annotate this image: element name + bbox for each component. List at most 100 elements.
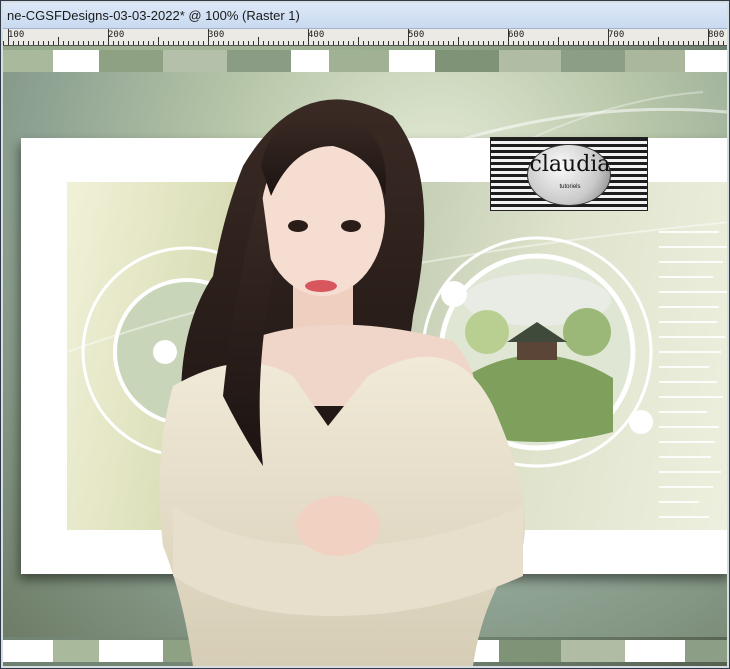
ruler-tick <box>33 41 34 45</box>
ruler-tick <box>563 41 564 45</box>
decorative-text-line <box>659 291 727 293</box>
decorative-text-column <box>659 231 727 571</box>
ruler-tick <box>328 41 329 45</box>
ruler-tick <box>173 41 174 45</box>
ruler-tick <box>323 41 324 45</box>
ruler-tick <box>553 41 554 45</box>
window-title: ne-CGSFDesigns-03-03-2022* @ 100% (Raste… <box>7 8 300 23</box>
ruler-label: 800 <box>708 30 725 40</box>
ruler-tick <box>543 41 544 45</box>
ruler-tick <box>263 41 264 45</box>
ruler-tick <box>363 41 364 45</box>
image-window: ne-CGSFDesigns-03-03-2022* @ 100% (Raste… <box>0 0 730 669</box>
ruler-tick <box>188 41 189 45</box>
ruler-tick <box>248 41 249 45</box>
ruler-tick <box>493 41 494 45</box>
decorative-text-line <box>659 396 723 398</box>
ruler-tick <box>583 41 584 45</box>
ruler-tick <box>203 41 204 45</box>
ruler-tick <box>223 41 224 45</box>
ruler-tick <box>3 41 4 45</box>
ruler-tick <box>578 41 579 45</box>
ruler-tick <box>663 41 664 45</box>
ruler-tick <box>588 41 589 45</box>
ruler-tick <box>343 41 344 45</box>
decorative-text-line <box>659 351 721 353</box>
ruler-label: 500 <box>408 30 425 40</box>
ruler-tick <box>178 41 179 45</box>
ruler-tick <box>13 41 14 45</box>
ruler-tick <box>648 41 649 45</box>
ruler-tick <box>413 41 414 45</box>
ruler-tick <box>478 41 479 45</box>
ruler-tick <box>43 41 44 45</box>
ruler-tick <box>673 41 674 45</box>
ruler-tick <box>693 41 694 45</box>
decorative-text-line <box>659 276 713 278</box>
ruler-tick <box>698 41 699 45</box>
ruler-tick <box>338 41 339 45</box>
ruler-tick <box>218 41 219 45</box>
ruler-tick <box>53 41 54 45</box>
decorative-text-line <box>659 246 727 248</box>
ruler-tick <box>523 41 524 45</box>
ruler-tick <box>163 41 164 45</box>
ruler-tick <box>253 41 254 45</box>
ruler-tick <box>103 41 104 45</box>
ruler-tick <box>228 41 229 45</box>
ruler-tick <box>598 41 599 45</box>
decorative-text-line <box>659 336 725 338</box>
ruler-tick <box>243 41 244 45</box>
ruler-tick <box>193 41 194 45</box>
ruler-tick <box>183 41 184 45</box>
ruler-tick <box>383 41 384 45</box>
ruler-tick <box>498 41 499 45</box>
ruler-tick <box>373 41 374 45</box>
window-titlebar[interactable]: ne-CGSFDesigns-03-03-2022* @ 100% (Raste… <box>3 3 727 29</box>
ruler-tick <box>88 41 89 45</box>
woman-figure <box>159 99 525 666</box>
ruler-tick <box>273 41 274 45</box>
ruler-tick <box>643 41 644 45</box>
ruler-tick <box>153 41 154 45</box>
ruler-tick <box>633 41 634 45</box>
ruler-tick <box>98 41 99 45</box>
ruler-tick <box>213 41 214 45</box>
ruler-tick <box>573 41 574 45</box>
ruler-tick <box>488 41 489 45</box>
image-canvas[interactable]: claudia tutoriels <box>3 46 727 666</box>
ruler-tick <box>538 41 539 45</box>
ruler-tick <box>628 41 629 45</box>
ruler-tick <box>558 37 559 45</box>
ruler-tick <box>378 41 379 45</box>
ruler-tick <box>448 41 449 45</box>
horizontal-ruler[interactable]: 100 200 300 400 500 600 700 800 <box>3 29 727 46</box>
ruler-tick <box>358 37 359 45</box>
decorative-text-line <box>659 426 719 428</box>
decorative-text-line <box>659 501 699 503</box>
ruler-tick <box>393 41 394 45</box>
ruler-tick <box>168 41 169 45</box>
ruler-tick <box>23 41 24 45</box>
decorative-text-line <box>659 306 719 308</box>
decorative-text-line <box>659 366 709 368</box>
decorative-text-line <box>659 411 707 413</box>
ruler-tick <box>483 41 484 45</box>
ruler-tick <box>298 41 299 45</box>
ruler-tick <box>653 41 654 45</box>
decorative-text-line <box>659 231 719 233</box>
ruler-tick <box>138 41 139 45</box>
ruler-tick <box>468 41 469 45</box>
decorative-text-line <box>659 441 715 443</box>
decorative-text-line <box>659 486 713 488</box>
ruler-tick <box>18 41 19 45</box>
ruler-tick <box>123 41 124 45</box>
ruler-tick <box>73 41 74 45</box>
ruler-tick <box>68 41 69 45</box>
ruler-tick <box>288 41 289 45</box>
ruler-tick <box>518 41 519 45</box>
ruler-tick <box>723 41 724 45</box>
ruler-tick <box>93 41 94 45</box>
ruler-tick <box>58 37 59 45</box>
ruler-tick <box>198 41 199 45</box>
